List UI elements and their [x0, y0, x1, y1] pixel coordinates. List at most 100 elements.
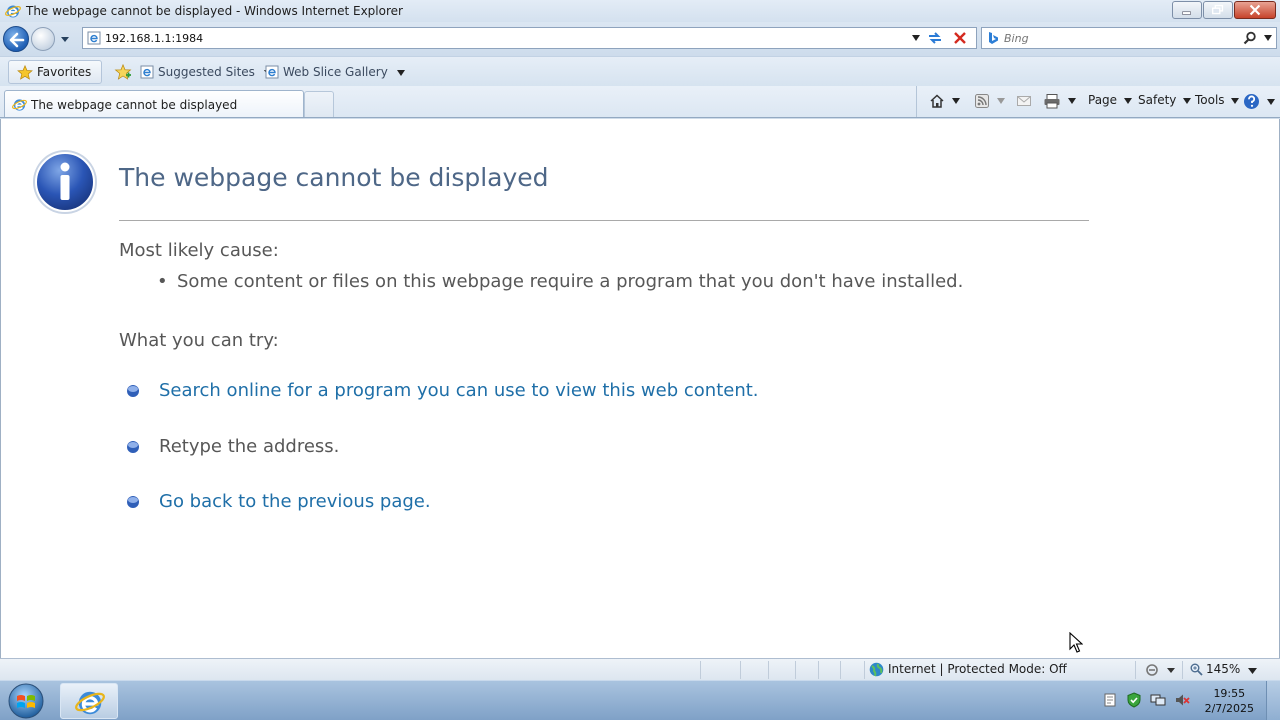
minimize-icon	[1182, 11, 1191, 15]
page-menu-label: Page	[1088, 93, 1118, 107]
notes-icon[interactable]	[1102, 692, 1118, 708]
window-title: The webpage cannot be displayed - Window…	[26, 4, 403, 18]
search-icon[interactable]	[1243, 31, 1257, 45]
security-zone-label: Internet | Protected Mode: Off	[888, 662, 1067, 676]
cause-heading: Most likely cause:	[119, 240, 279, 261]
favorites-star-icon	[17, 65, 33, 80]
status-divider	[840, 661, 841, 679]
home-icon	[930, 94, 944, 108]
chevron-down-icon	[1266, 98, 1275, 105]
network-icon[interactable]	[1150, 692, 1166, 708]
home-button[interactable]	[929, 93, 960, 111]
title-bar: The webpage cannot be displayed - Window…	[0, 0, 1280, 22]
tab-bar: The webpage cannot be displayed Page Saf…	[0, 86, 1280, 118]
security-zone[interactable]: Internet | Protected Mode: Off	[869, 662, 1067, 677]
divider	[119, 220, 1089, 221]
page-title: The webpage cannot be displayed	[119, 163, 549, 192]
back-button[interactable]	[3, 26, 29, 52]
go-back-link[interactable]: Go back to the previous page.	[159, 491, 431, 512]
status-divider	[1182, 661, 1183, 679]
tools-menu[interactable]: Tools	[1195, 93, 1240, 111]
mouse-cursor-icon	[1069, 632, 1083, 653]
bing-icon	[989, 32, 998, 44]
status-divider	[740, 661, 741, 679]
start-button[interactable]	[6, 682, 46, 720]
zoom-level[interactable]: 145%	[1190, 662, 1240, 676]
address-dropdown-icon[interactable]	[911, 34, 921, 42]
page-icon	[87, 31, 101, 45]
stop-icon[interactable]	[952, 30, 968, 46]
cause-item: • Some content or files on this webpage r…	[157, 271, 963, 292]
search-input[interactable]	[1004, 30, 1204, 46]
chevron-down-icon	[996, 98, 1005, 104]
status-divider	[864, 661, 865, 679]
chevron-down-icon	[396, 69, 405, 76]
tab-label: The webpage cannot be displayed	[31, 98, 238, 112]
security-shield-icon[interactable]	[1126, 692, 1142, 708]
address-input[interactable]: 192.168.1.1:1984	[105, 32, 203, 45]
printer-icon	[1044, 94, 1060, 109]
restore-icon	[1212, 4, 1224, 15]
favorites-bar: Favorites Suggested Sites Web Slice Gall…	[0, 56, 1280, 86]
suggested-sites-label: Suggested Sites	[158, 65, 255, 79]
tools-menu-label: Tools	[1195, 93, 1225, 107]
try-heading: What you can try:	[119, 330, 279, 351]
search-online-link[interactable]: Search online for a program you can use …	[159, 380, 759, 401]
status-divider	[768, 661, 769, 679]
feeds-button[interactable]	[974, 93, 1005, 111]
help-icon	[1244, 94, 1259, 109]
cause-item-text: Some content or files on this webpage re…	[177, 271, 964, 292]
page-content: The webpage cannot be displayed Most lik…	[0, 119, 1280, 658]
search-box[interactable]	[981, 27, 1277, 49]
clock-date: 2/7/2025	[1204, 702, 1254, 715]
web-slice-gallery-link[interactable]: Web Slice Gallery	[265, 65, 405, 79]
zoom-icon	[1190, 663, 1203, 676]
refresh-icon[interactable]	[926, 30, 944, 46]
blue-bullet-icon	[127, 385, 139, 397]
help-button[interactable]	[1243, 93, 1275, 111]
search-options-dropdown-icon[interactable]	[1264, 35, 1272, 41]
taskbar: 19:55 2/7/2025	[0, 680, 1280, 720]
suggested-sites-link[interactable]: Suggested Sites	[140, 65, 272, 79]
print-button[interactable]	[1043, 93, 1076, 111]
zoom-dropdown-icon[interactable]	[1248, 668, 1257, 674]
command-bar: Page Safety Tools	[916, 86, 1275, 117]
protected-mode-icon[interactable]	[1145, 663, 1175, 677]
page-menu[interactable]: Page	[1088, 93, 1132, 111]
chevron-down-icon	[951, 98, 960, 104]
chevron-down-icon	[1123, 97, 1132, 104]
chevron-down-icon	[1183, 97, 1192, 104]
show-desktop-button[interactable]	[1266, 681, 1280, 720]
retype-address-text: Retype the address.	[159, 436, 340, 457]
address-bar[interactable]: 192.168.1.1:1984	[82, 27, 977, 49]
forward-button[interactable]	[31, 27, 55, 51]
globe-icon	[869, 662, 884, 677]
tab-active[interactable]: The webpage cannot be displayed	[4, 90, 304, 117]
chevron-down-icon	[1231, 97, 1240, 104]
information-icon	[33, 150, 97, 214]
rss-feed-icon	[975, 94, 989, 108]
window-controls	[1172, 1, 1276, 19]
close-button[interactable]	[1234, 1, 1276, 19]
status-bar: Internet | Protected Mode: Off 145%	[0, 658, 1280, 680]
add-to-favorites-bar-icon[interactable]	[114, 64, 132, 81]
navigation-bar: 192.168.1.1:1984	[0, 22, 1280, 56]
chevron-down-icon	[1067, 98, 1076, 104]
blue-bullet-icon	[127, 441, 139, 453]
favorites-button[interactable]: Favorites	[8, 60, 103, 84]
taskbar-internet-explorer[interactable]	[60, 683, 118, 719]
ie-page-icon	[140, 65, 154, 79]
status-divider	[700, 661, 701, 679]
new-tab-button[interactable]	[304, 91, 334, 117]
status-divider	[795, 661, 796, 679]
read-mail-button[interactable]	[1016, 93, 1032, 111]
minimize-button[interactable]	[1172, 1, 1202, 19]
restore-button[interactable]	[1203, 1, 1233, 19]
clock[interactable]: 19:55 2/7/2025	[1205, 686, 1254, 716]
volume-muted-icon[interactable]	[1174, 692, 1190, 708]
status-divider	[1135, 661, 1136, 679]
safety-menu[interactable]: Safety	[1138, 93, 1192, 111]
blue-bullet-icon	[127, 496, 139, 508]
favorites-label: Favorites	[37, 65, 92, 79]
recent-pages-dropdown-icon[interactable]	[59, 33, 71, 45]
